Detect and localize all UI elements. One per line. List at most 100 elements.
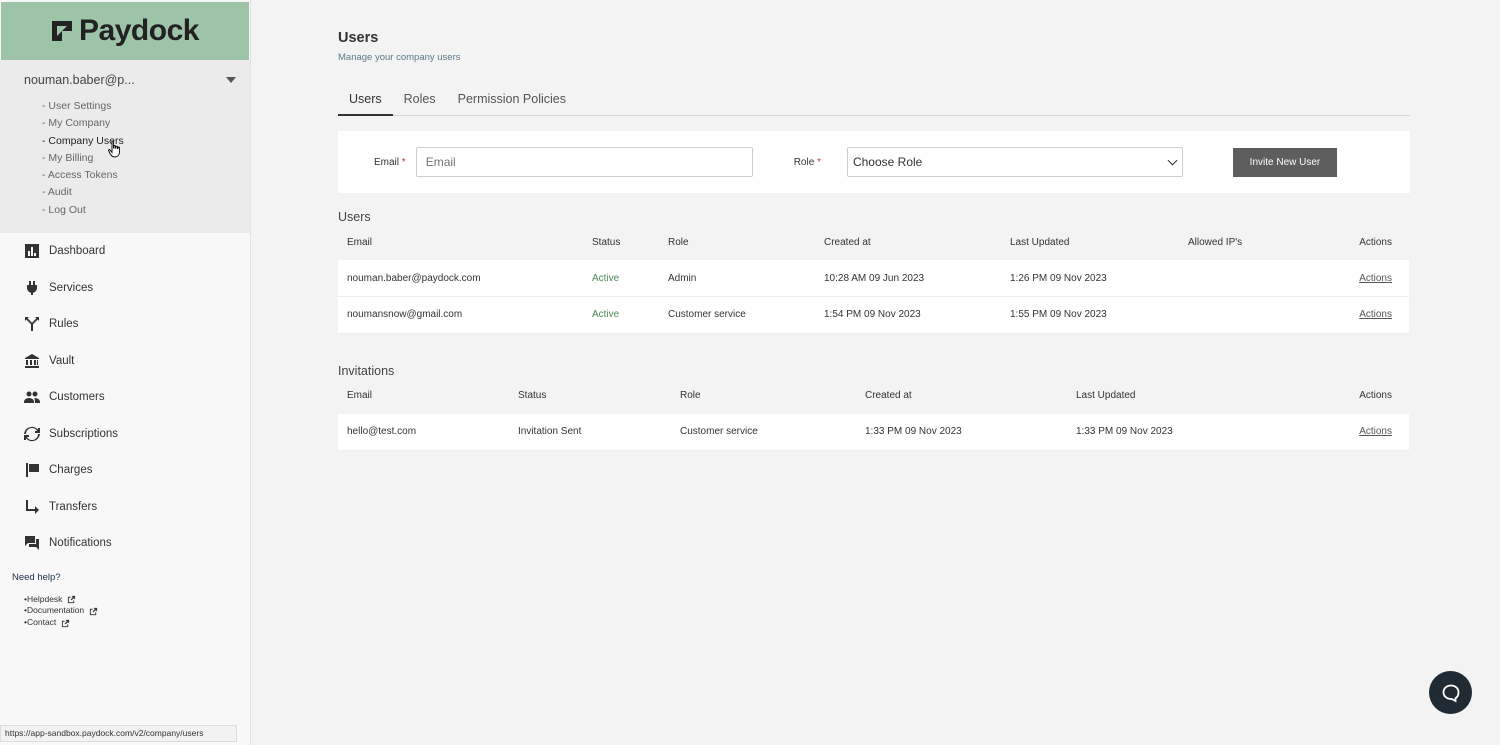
nav-item-vault[interactable]: Vault bbox=[0, 343, 250, 380]
nav-label: Dashboard bbox=[49, 245, 106, 258]
nav-item-dashboard[interactable]: Dashboard bbox=[0, 233, 250, 270]
refresh-icon bbox=[24, 426, 40, 441]
cell-created: 1:33 PM 09 Nov 2023 bbox=[856, 413, 1067, 451]
cell-email: hello@test.com bbox=[338, 413, 509, 451]
plug-icon bbox=[27, 280, 37, 295]
role-select[interactable]: Choose Role bbox=[846, 147, 1183, 177]
main-content: Users Manage your company users Users Ro… bbox=[338, 0, 1410, 451]
col-status: Status bbox=[518, 390, 547, 401]
user-menu-log-out[interactable]: - Log Out bbox=[0, 202, 250, 219]
chevron-down-icon bbox=[1167, 155, 1178, 166]
users-section-title: Users bbox=[338, 210, 371, 224]
table-row: noumansnow@gmail.com Active Customer ser… bbox=[338, 296, 1409, 334]
user-menu-user-settings[interactable]: - User Settings bbox=[0, 98, 250, 115]
status-badge: Invitation Sent bbox=[509, 413, 671, 451]
people-icon bbox=[24, 391, 40, 404]
email-label: Email * bbox=[374, 156, 406, 168]
cell-allowed-ips bbox=[1179, 260, 1299, 297]
role-label: Role * bbox=[793, 156, 821, 168]
nav-item-customers[interactable]: Customers bbox=[0, 379, 250, 416]
help-title: Need help? bbox=[12, 571, 61, 583]
users-table-header: Email Status Role Created at Last Update… bbox=[338, 224, 1409, 260]
bar-chart-icon bbox=[25, 244, 39, 259]
cell-actions: Actions bbox=[1299, 260, 1409, 297]
actions-link[interactable]: Actions bbox=[1359, 426, 1392, 437]
table-row: nouman.baber@paydock.com Active Admin 10… bbox=[338, 260, 1409, 297]
paydock-logo-icon bbox=[52, 21, 73, 41]
status-badge: Active bbox=[583, 296, 659, 334]
nav-label: Notifications bbox=[49, 537, 112, 550]
tab-roles[interactable]: Roles bbox=[393, 91, 447, 116]
user-menu-my-billing[interactable]: - My Billing bbox=[0, 150, 250, 167]
cell-actions: Actions bbox=[1287, 413, 1409, 451]
support-chat-button[interactable] bbox=[1429, 671, 1472, 714]
actions-link[interactable]: Actions bbox=[1359, 273, 1392, 284]
fork-icon bbox=[25, 317, 39, 332]
cell-role: Admin bbox=[659, 260, 815, 297]
help-link-contact[interactable]: • Contact bbox=[24, 617, 250, 629]
col-actions: Actions bbox=[1359, 390, 1392, 401]
help-link-label: Documentation bbox=[26, 605, 85, 616]
col-status: Status bbox=[592, 236, 621, 248]
user-menu-audit[interactable]: - Audit bbox=[0, 184, 250, 201]
invitations-section-title: Invitations bbox=[338, 363, 395, 378]
col-updated: Last Updated bbox=[1010, 236, 1070, 248]
cell-allowed-ips bbox=[1179, 296, 1299, 334]
email-input[interactable] bbox=[415, 147, 753, 177]
cell-updated: 1:33 PM 09 Nov 2023 bbox=[1067, 413, 1287, 451]
table-row: hello@test.com Invitation Sent Customer … bbox=[338, 413, 1409, 451]
cell-updated: 1:26 PM 09 Nov 2023 bbox=[1001, 260, 1179, 297]
invitations-table: Email Status Role Created at Last Update… bbox=[338, 378, 1409, 451]
chat-bubbles-icon bbox=[25, 536, 39, 551]
nav-label: Customers bbox=[49, 391, 105, 404]
actions-link[interactable]: Actions bbox=[1359, 309, 1392, 320]
cell-created: 1:54 PM 09 Nov 2023 bbox=[815, 296, 1001, 334]
invite-user-form: Email * Role * Choose Role Invite New Us… bbox=[338, 131, 1410, 193]
nav-item-notifications[interactable]: Notifications bbox=[0, 525, 250, 562]
external-link-icon bbox=[90, 607, 98, 615]
nav-item-charges[interactable]: Charges bbox=[0, 452, 250, 489]
col-allowed-ips: Allowed IP's bbox=[1188, 236, 1243, 248]
user-menu-my-company[interactable]: - My Company bbox=[0, 115, 250, 132]
nav-item-services[interactable]: Services bbox=[0, 270, 250, 307]
user-menu-block: nouman.baber@p... - User Settings - My C… bbox=[0, 60, 250, 234]
nav-item-transfers[interactable]: Transfers bbox=[0, 489, 250, 526]
flag-icon bbox=[26, 463, 39, 478]
sidebar: Paydock nouman.baber@p... - User Setting… bbox=[0, 0, 251, 745]
cell-role: Customer service bbox=[659, 296, 815, 334]
cell-created: 10:28 AM 09 Jun 2023 bbox=[815, 260, 1001, 297]
help-links: • Helpdesk • Documentation • Contact bbox=[12, 594, 250, 629]
col-created: Created at bbox=[824, 236, 871, 248]
user-menu-company-users[interactable]: - Company Users bbox=[0, 133, 250, 150]
nav-label: Services bbox=[49, 281, 94, 294]
external-link-icon bbox=[68, 595, 76, 604]
help-section: Need help? • Helpdesk • Documentation • Con… bbox=[0, 572, 250, 629]
main-nav: Dashboard Services Rules Vault Customers… bbox=[0, 233, 250, 562]
invite-new-user-button[interactable]: Invite New User bbox=[1232, 147, 1337, 177]
nav-item-subscriptions[interactable]: Subscriptions bbox=[0, 416, 250, 453]
nav-label: Subscriptions bbox=[49, 427, 119, 440]
caret-down-icon bbox=[226, 77, 236, 83]
user-menu-access-tokens[interactable]: - Access Tokens bbox=[0, 167, 250, 184]
brand-name: Paydock bbox=[79, 14, 199, 47]
col-role: Role bbox=[680, 390, 701, 401]
nav-label: Rules bbox=[49, 318, 79, 331]
col-updated: Last Updated bbox=[1076, 390, 1136, 401]
help-link-label: Helpdesk bbox=[26, 593, 63, 604]
chat-bubble-icon bbox=[1442, 684, 1459, 703]
tab-users[interactable]: Users bbox=[338, 91, 393, 116]
status-badge: Active bbox=[583, 260, 659, 297]
invitations-table-header: Email Status Role Created at Last Update… bbox=[338, 378, 1409, 414]
col-email: Email bbox=[347, 390, 373, 401]
logo-header[interactable]: Paydock bbox=[1, 2, 249, 60]
tab-permission-policies[interactable]: Permission Policies bbox=[447, 91, 577, 116]
nav-item-rules[interactable]: Rules bbox=[0, 306, 250, 343]
cell-updated: 1:55 PM 09 Nov 2023 bbox=[1001, 296, 1179, 334]
user-dropdown[interactable]: nouman.baber@p... bbox=[0, 70, 250, 90]
help-link-helpdesk[interactable]: • Helpdesk bbox=[24, 594, 250, 606]
help-link-documentation[interactable]: • Documentation bbox=[24, 605, 250, 617]
hand-cursor-icon bbox=[108, 140, 120, 158]
page-title: Users bbox=[338, 30, 379, 46]
cell-actions: Actions bbox=[1299, 296, 1409, 334]
page-subtitle: Manage your company users bbox=[338, 52, 461, 63]
